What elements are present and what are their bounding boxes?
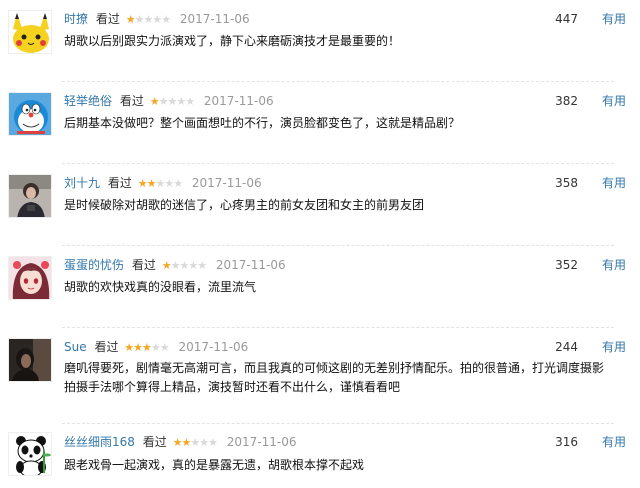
doraemon-avatar[interactable] (8, 92, 52, 136)
comment-username[interactable]: 时撩 (64, 12, 88, 26)
comment-text: 是时候破除对胡歌的迷信了，心疼男主的前女友团和女主的前男友团 (64, 198, 425, 212)
star-icon: ★ (149, 95, 160, 108)
comment-date: 2017-11-06 (179, 12, 250, 26)
comment-item: 时撩 看过 ★★★★★ 2017-11-06 447 有用 胡歌以后别跟实力派演… (0, 0, 640, 82)
comment-text: 胡歌以后别跟实力派演戏了，静下心来磨砺演技才是最重要的！ (64, 34, 401, 48)
rating-stars: ★★★★★ (124, 340, 170, 356)
star-icon: ★ (167, 95, 177, 108)
useful-button[interactable]: 有用 (602, 339, 626, 355)
vote-count: 382 (555, 94, 578, 108)
rating-stars: ★★★★★ (137, 176, 183, 192)
star-icon: ★ (185, 95, 195, 108)
comment-text: 胡歌的欢快戏真的没眼看，流里流气 (64, 280, 257, 294)
comment-text: 磨叽得要死，剧情毫无高潮可言，而且我真的可倾这剧的无差别抒情配乐。拍的很普通，打… (64, 361, 605, 394)
star-icon: ★ (188, 259, 198, 272)
vote-count: 447 (555, 12, 578, 26)
photo-avatar[interactable] (8, 174, 52, 218)
star-icon: ★ (199, 436, 209, 449)
star-icon: ★ (161, 259, 172, 272)
star-icon: ★ (125, 13, 136, 26)
comment-username[interactable]: 丝丝细雨168 (64, 435, 135, 449)
star-icon: ★ (176, 95, 186, 108)
dark-photo-avatar[interactable] (8, 338, 52, 382)
watched-label: 看过 (131, 258, 156, 272)
comment-item: 丝丝细雨168 看过 ★★★★★ 2017-11-06 316 有用 跟老戏骨一… (0, 424, 640, 488)
comment-date: 2017-11-06 (191, 176, 262, 190)
pikachu-avatar[interactable] (8, 10, 52, 54)
useful-button[interactable]: 有用 (602, 11, 626, 27)
rating-stars: ★★★★★ (149, 94, 195, 110)
comment-date: 2017-11-06 (226, 435, 297, 449)
vote-count: 244 (555, 340, 578, 354)
useful-button[interactable]: 有用 (602, 175, 626, 191)
star-icon: ★ (150, 341, 161, 354)
comment-item: 刘十九 看过 ★★★★★ 2017-11-06 358 有用 是时候破除对胡歌的… (0, 164, 640, 246)
watched-label: 看过 (119, 94, 144, 108)
comment-date: 2017-11-06 (178, 340, 249, 354)
watched-label: 看过 (142, 435, 167, 449)
panda-avatar[interactable] (8, 432, 52, 476)
star-icon: ★ (173, 177, 183, 190)
vote-count: 316 (555, 435, 578, 449)
star-icon: ★ (142, 341, 152, 354)
star-icon: ★ (164, 177, 174, 190)
comment-text: 后期基本没做吧？整个画面想吐的不行，演员脸都变色了，这就是精品剧？ (64, 116, 461, 130)
comment-username[interactable]: 刘十九 (64, 176, 100, 190)
star-icon: ★ (159, 341, 170, 354)
star-icon: ★ (181, 436, 191, 449)
comment-username[interactable]: 轻举绝俗 (64, 94, 112, 108)
star-icon: ★ (124, 341, 134, 354)
comment-item: 轻举绝俗 看过 ★★★★★ 2017-11-06 382 有用 后期基本没做吧？… (0, 82, 640, 164)
star-icon: ★ (155, 177, 165, 190)
useful-button[interactable]: 有用 (602, 434, 626, 450)
watched-label: 看过 (107, 176, 132, 190)
rating-stars: ★★★★★ (161, 258, 207, 274)
star-icon: ★ (143, 13, 153, 26)
star-icon: ★ (190, 436, 200, 449)
watched-label: 看过 (94, 340, 119, 354)
comment-item: Sue 看过 ★★★★★ 2017-11-06 244 有用 磨叽得要死，剧情毫… (0, 328, 640, 424)
star-icon: ★ (161, 13, 171, 26)
useful-button[interactable]: 有用 (602, 257, 626, 273)
star-icon: ★ (152, 13, 162, 26)
star-icon: ★ (133, 341, 143, 354)
star-icon: ★ (197, 259, 207, 272)
comment-username[interactable]: Sue (64, 340, 87, 354)
star-icon: ★ (137, 177, 148, 190)
vote-count: 358 (555, 176, 578, 190)
star-icon: ★ (179, 259, 189, 272)
comment-username[interactable]: 蛋蛋的忧伤 (64, 258, 124, 272)
anime-girl-avatar[interactable] (8, 256, 52, 300)
comment-item: 蛋蛋的忧伤 看过 ★★★★★ 2017-11-06 352 有用 胡歌的欢快戏真… (0, 246, 640, 328)
comment-date: 2017-11-06 (215, 258, 286, 272)
watched-label: 看过 (95, 12, 120, 26)
useful-button[interactable]: 有用 (602, 93, 626, 109)
vote-count: 352 (555, 258, 578, 272)
rating-stars: ★★★★★ (125, 12, 171, 28)
comment-text: 跟老戏骨一起演戏，真的是暴露无遗，胡歌根本撑不起戏 (64, 458, 365, 472)
rating-stars: ★★★★★ (173, 435, 218, 451)
comment-date: 2017-11-06 (203, 94, 274, 108)
star-icon: ★ (208, 436, 218, 449)
